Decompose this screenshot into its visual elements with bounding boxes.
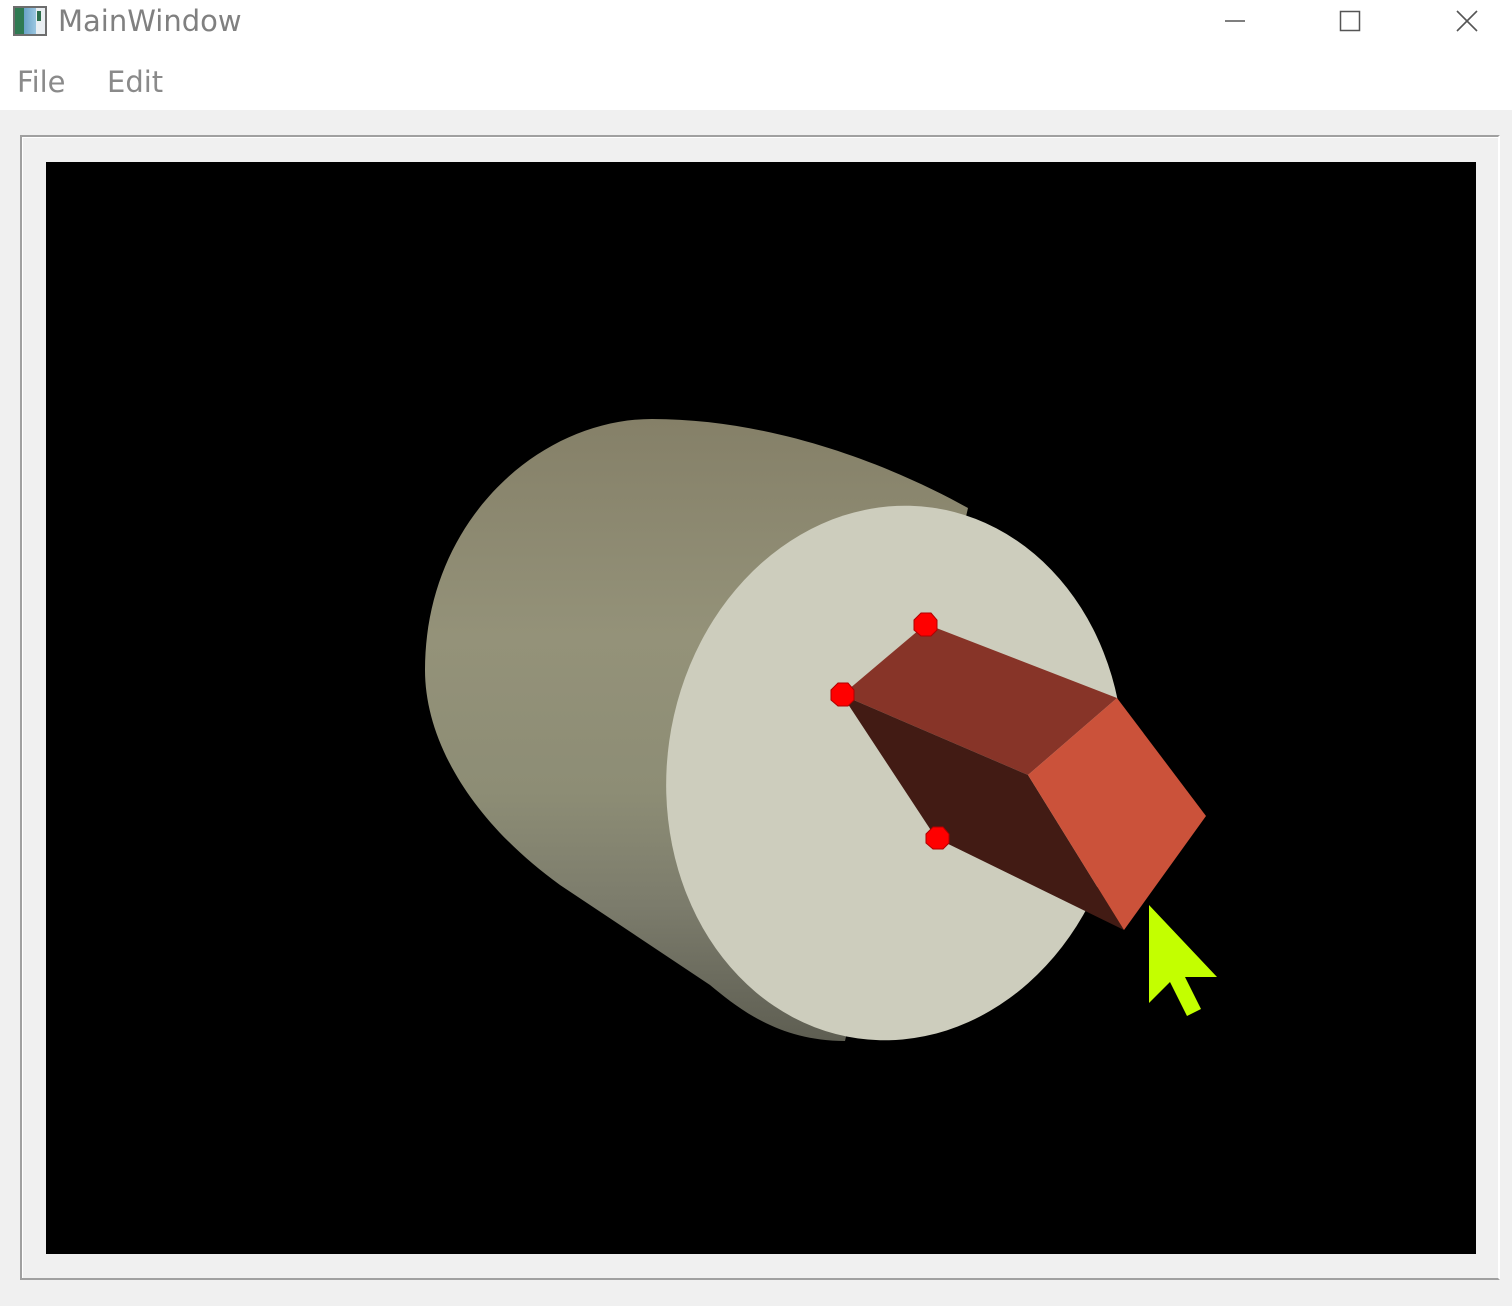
maximize-icon: [1339, 10, 1361, 32]
scene-canvas: [425, 419, 1217, 1041]
close-icon: [1456, 10, 1478, 32]
minimize-icon: [1225, 20, 1245, 22]
close-button[interactable]: [1438, 0, 1496, 44]
minimize-button[interactable]: [1206, 0, 1264, 44]
title-bar: MainWindow: [0, 0, 1512, 44]
menu-edit[interactable]: Edit: [107, 64, 163, 100]
app-window-icon: [13, 6, 47, 36]
menu-file[interactable]: File: [17, 64, 66, 100]
vertex-handle[interactable]: [925, 826, 950, 850]
3d-viewport[interactable]: [46, 162, 1476, 1254]
arrow-cursor-icon: [1149, 905, 1217, 1016]
maximize-button[interactable]: [1321, 0, 1379, 44]
vertex-handle[interactable]: [830, 682, 855, 707]
window-title: MainWindow: [58, 4, 242, 38]
menu-bar: File Edit: [0, 44, 1512, 110]
vertex-handle[interactable]: [913, 612, 938, 637]
